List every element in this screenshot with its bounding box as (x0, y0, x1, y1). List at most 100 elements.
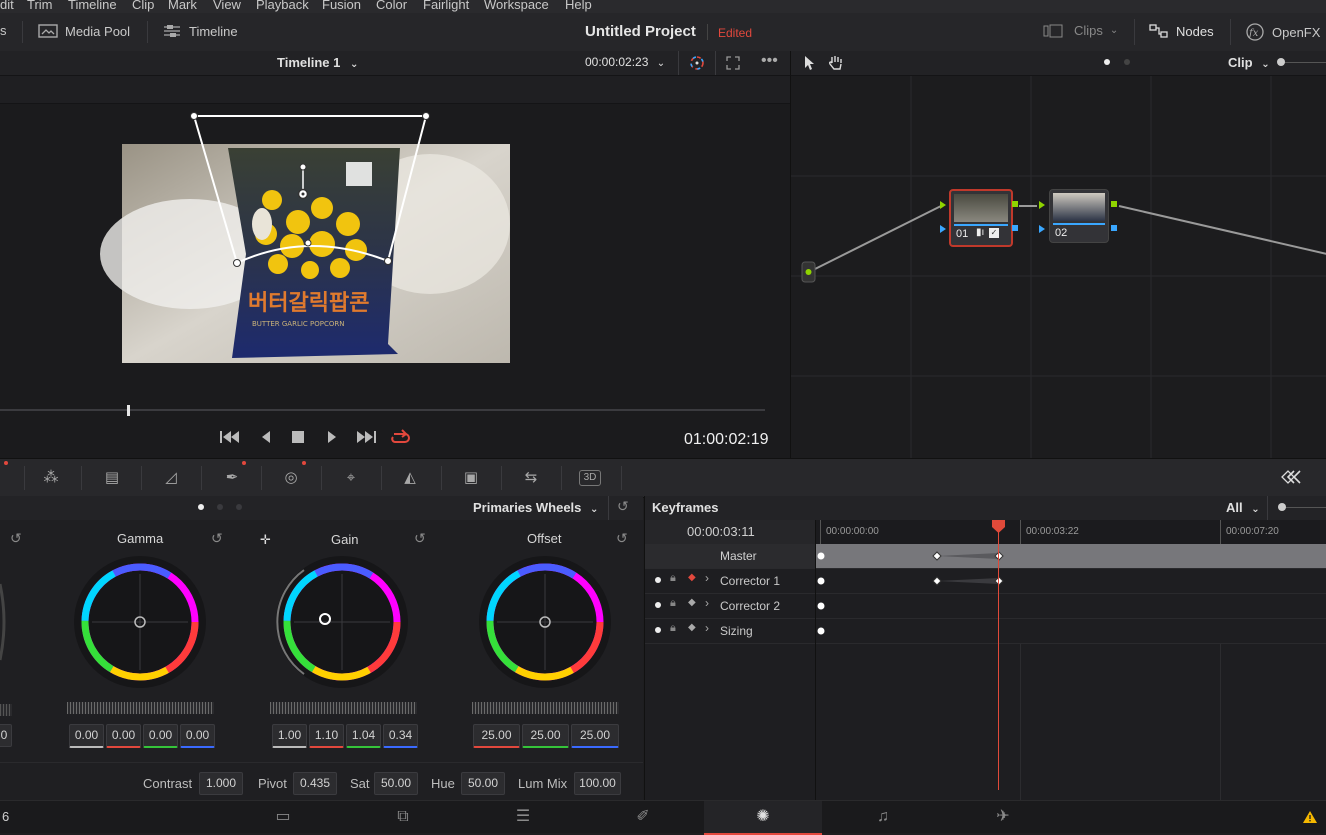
visibility-dot-icon[interactable] (655, 602, 661, 608)
offset-b-value[interactable]: 25.00 (571, 724, 619, 748)
expand-chevron-icon[interactable]: › (705, 571, 709, 585)
node-output-key-icon[interactable] (1012, 225, 1018, 231)
visibility-dot-icon[interactable] (655, 577, 661, 583)
page-dot[interactable] (217, 504, 223, 510)
offset-master-wheel[interactable] (472, 702, 619, 714)
contrast-value[interactable]: 1.000 (199, 772, 243, 795)
lock-icon[interactable]: 🔒︎ (670, 597, 676, 610)
fusion-page-icon[interactable]: ✐ (584, 801, 702, 833)
gain-reset-icon[interactable]: ↺ (414, 530, 426, 547)
reverse-play-icon[interactable] (260, 430, 272, 444)
gamma-reset-icon[interactable]: ↺ (211, 530, 223, 547)
deliver-page-icon[interactable]: ✈ (944, 801, 1062, 833)
warning-icon[interactable] (1302, 810, 1318, 824)
toolbar-left-fragment[interactable]: s (0, 23, 7, 38)
timeline-selector[interactable]: Timeline 1 ⌄ (277, 55, 358, 70)
node-01[interactable]: 01 ▮ı ✓ (949, 189, 1013, 247)
menu-mark[interactable]: Mark (168, 0, 197, 12)
keyframe-ruler[interactable]: 00:00:00:00 00:00:03:22 00:00:07:20 (816, 520, 1326, 544)
more-options-icon[interactable]: ••• (761, 52, 778, 70)
node-output-rgb-icon[interactable] (1012, 201, 1018, 207)
color-wheel-icon[interactable] (688, 54, 706, 72)
keyframe-playhead[interactable] (998, 520, 999, 790)
lift-master-wheel[interactable] (0, 704, 12, 716)
menu-timeline[interactable]: Timeline (68, 0, 117, 12)
sat-value[interactable]: 50.00 (374, 772, 418, 795)
media-pool-button[interactable]: Media Pool (38, 23, 130, 39)
menu-edit[interactable]: dit (0, 0, 14, 12)
page-dot[interactable] (236, 504, 242, 510)
node-input-rgb-icon[interactable] (940, 201, 946, 209)
playhead-marker-icon[interactable] (991, 520, 1006, 534)
gain-color-wheel[interactable] (274, 554, 410, 690)
reset-all-icon[interactable]: ↺ (617, 498, 629, 515)
curves-icon[interactable]: ◿ (159, 467, 183, 489)
keyframe-markers[interactable] (816, 544, 1326, 800)
scrubber-handle[interactable] (127, 405, 130, 416)
gain-r-value[interactable]: 1.10 (309, 724, 344, 748)
blur-icon[interactable]: ◭ (398, 467, 422, 489)
node-output-key-icon[interactable] (1111, 225, 1117, 231)
gamma-y-value[interactable]: 0.00 (69, 724, 104, 748)
lift-value[interactable]: 0 (0, 724, 12, 747)
edit-page-icon[interactable]: ☰ (464, 801, 582, 833)
viewer-canvas[interactable]: 버터갈릭팝콘 BUTTER GARLIC POPCORN (0, 104, 790, 458)
offset-r-value[interactable]: 25.00 (473, 724, 520, 748)
offset-g-value[interactable]: 25.00 (522, 724, 569, 748)
pointer-icon[interactable] (803, 55, 817, 71)
fairlight-page-icon[interactable]: ♫ (824, 801, 942, 833)
node-input-rgb-icon[interactable] (1039, 201, 1045, 209)
lock-icon[interactable]: 🔒︎ (670, 622, 676, 635)
keyframe-diamond[interactable] (932, 576, 942, 586)
menu-color[interactable]: Color (376, 0, 407, 12)
keyframe-filter-selector[interactable]: All ⌄ (1226, 500, 1260, 515)
collapse-keyframes-icon[interactable] (1280, 469, 1306, 485)
primaries-mode-selector[interactable]: Primaries Wheels ⌄ (473, 500, 598, 515)
gamma-color-wheel[interactable] (72, 554, 208, 690)
keyframe-zoom-handle[interactable] (1278, 503, 1286, 511)
media-page-icon[interactable]: ▭ (224, 801, 342, 833)
expand-chevron-icon[interactable]: › (705, 621, 709, 635)
qualifier-icon[interactable]: ✒ (220, 467, 244, 489)
zoom-slider[interactable] (1281, 62, 1326, 63)
color-page-icon[interactable]: ✺ (704, 801, 822, 835)
hue-value[interactable]: 50.00 (461, 772, 505, 795)
menu-view[interactable]: View (213, 0, 241, 12)
color-match-icon[interactable]: ▤ (100, 467, 124, 489)
lift-reset-icon[interactable]: ↺ (10, 530, 22, 547)
keyframe-dot[interactable] (817, 627, 825, 635)
gamma-g-value[interactable]: 0.00 (143, 724, 178, 748)
keyframe-dot[interactable] (817, 552, 825, 560)
menu-help[interactable]: Help (565, 0, 592, 12)
gain-g-value[interactable]: 1.04 (346, 724, 381, 748)
gain-y-value[interactable]: 1.00 (272, 724, 307, 748)
page-dot-active[interactable] (1104, 59, 1110, 65)
lum-mix-value[interactable]: 100.00 (574, 772, 621, 795)
node-input-key-icon[interactable] (1039, 225, 1045, 233)
fullscreen-icon[interactable] (726, 56, 740, 70)
menu-fusion[interactable]: Fusion (322, 0, 361, 12)
cut-page-icon[interactable]: ⧉ (344, 801, 462, 833)
skip-to-start-icon[interactable] (220, 430, 240, 444)
openfx-button[interactable]: fx OpenFX (1245, 23, 1320, 41)
sizing-icon[interactable]: ⇆ (519, 467, 543, 489)
zoom-slider-handle[interactable] (1277, 58, 1285, 66)
pivot-value[interactable]: 0.435 (293, 772, 337, 795)
clips-button[interactable]: Clips ⌄ (1043, 23, 1118, 38)
page-dot-active[interactable] (198, 504, 204, 510)
gain-master-wheel[interactable] (270, 702, 417, 714)
node-enabled-checkbox-icon[interactable]: ✓ (989, 228, 999, 238)
gamma-master-wheel[interactable] (67, 702, 214, 714)
offset-color-wheel[interactable] (477, 554, 613, 690)
camera-raw-icon[interactable]: ⁂ (39, 467, 63, 489)
gamma-b-value[interactable]: 0.00 (180, 724, 215, 748)
node-input-key-icon[interactable] (940, 225, 946, 233)
keyframe-dot[interactable] (817, 577, 825, 585)
gain-b-value[interactable]: 0.34 (383, 724, 418, 748)
page-dot[interactable] (1124, 59, 1130, 65)
window-icon[interactable]: ◎ (279, 467, 303, 489)
keyframe-mode-icon[interactable]: ◆ (688, 622, 696, 633)
gamma-r-value[interactable]: 0.00 (106, 724, 141, 748)
keyframe-zoom-slider[interactable] (1285, 507, 1326, 508)
offset-reset-icon[interactable]: ↺ (616, 530, 628, 547)
